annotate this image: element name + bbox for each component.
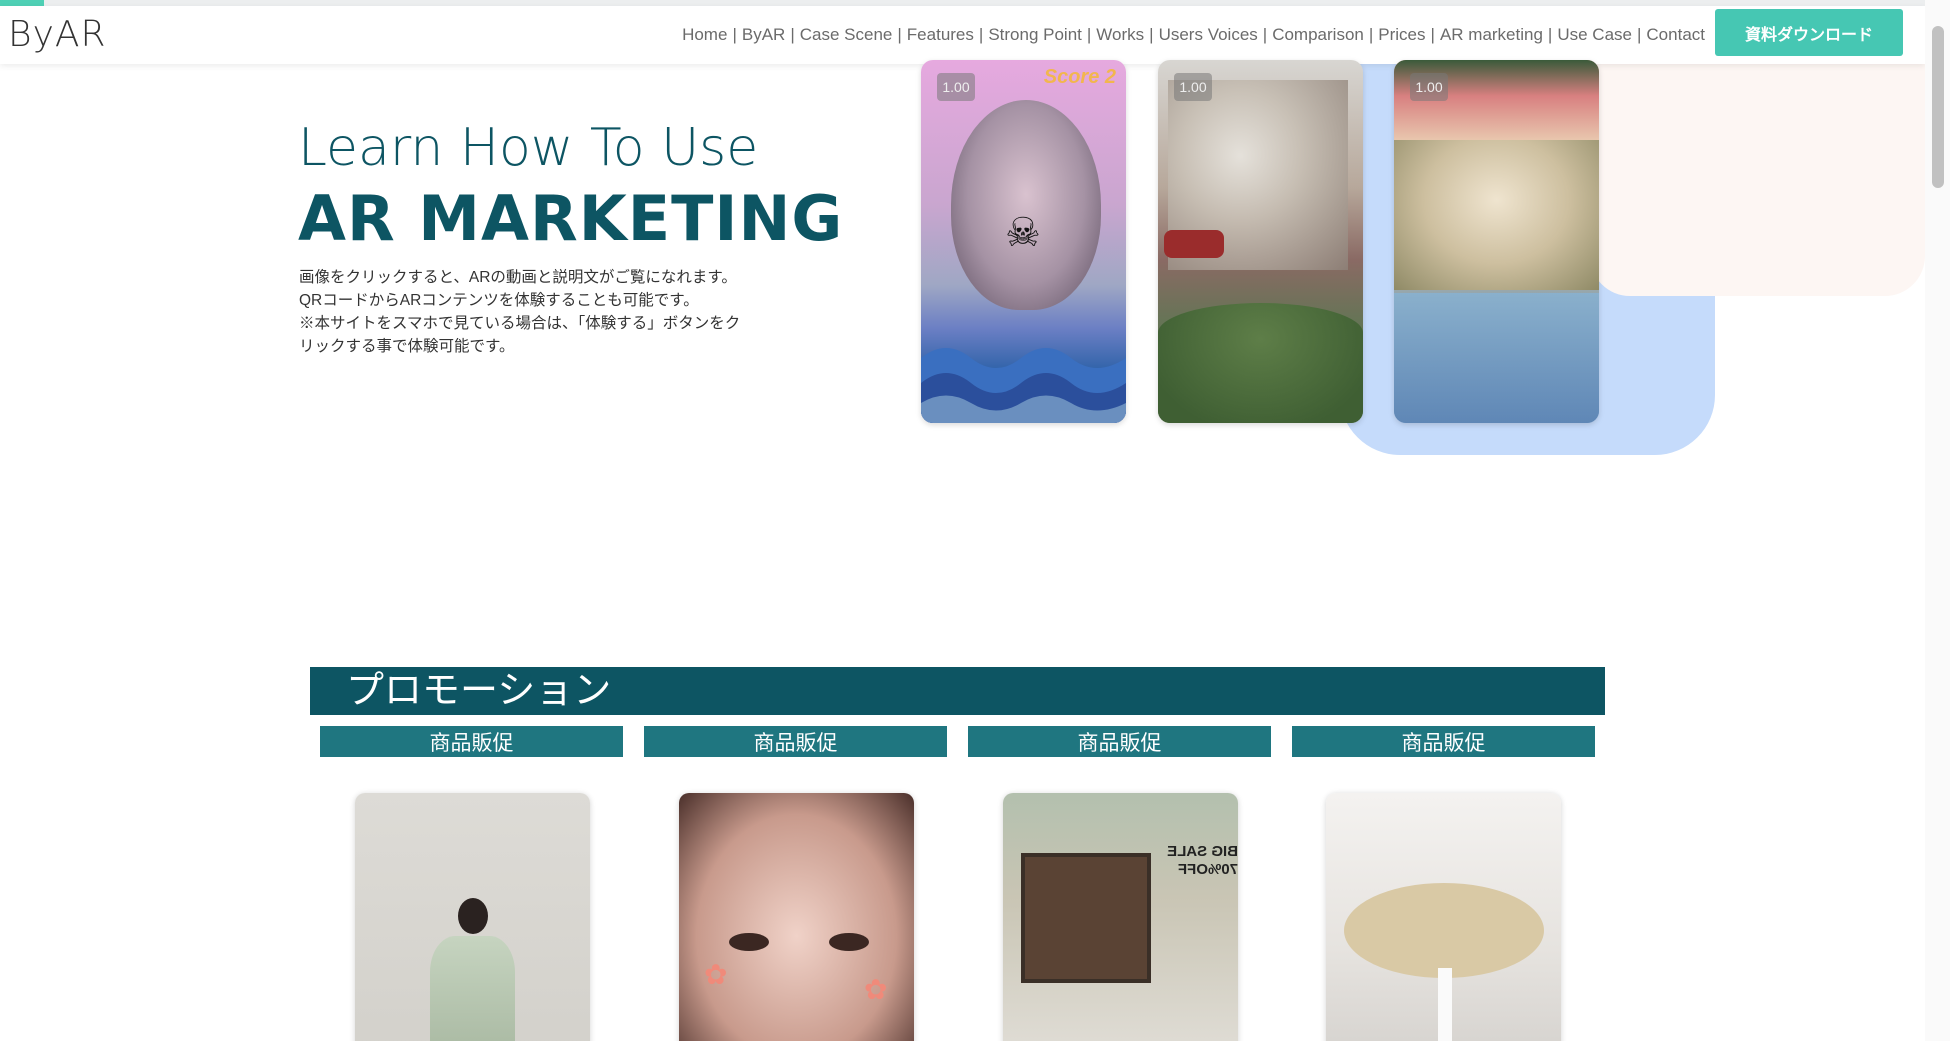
- download-materials-button[interactable]: 資料ダウンロード: [1715, 9, 1903, 56]
- nav-separator: |: [1368, 25, 1374, 44]
- left-eye: [729, 933, 769, 951]
- promo-thumbnail-kimono[interactable]: [355, 793, 590, 1041]
- video-lawn-image: [1158, 303, 1363, 423]
- category-label: 商品販促: [968, 726, 1271, 757]
- hero-description: 画像をクリックすると、ARの動画と説明文がご覧になれます。 QRコードからARコ…: [299, 266, 769, 358]
- nav-works[interactable]: Works: [1096, 25, 1144, 45]
- table-top-image: [1344, 883, 1544, 978]
- nav-separator: |: [1149, 25, 1154, 44]
- category-label: 商品販促: [320, 726, 623, 757]
- hero-desc-line: リックする事で体験可能です。: [299, 338, 515, 355]
- hero-desc-line: 画像をクリックすると、ARの動画と説明文がご覧になれます。: [299, 269, 737, 286]
- promotion-title: プロモーション: [346, 670, 612, 712]
- promo-thumbnail-big-sale[interactable]: BIG SALE 70%OFF: [1003, 793, 1238, 1041]
- nav-features[interactable]: Features: [907, 25, 974, 45]
- video-painting-water: [1394, 293, 1599, 423]
- scrollbar-track[interactable]: [1925, 0, 1950, 1041]
- decorative-pink-blob: [1590, 56, 1925, 296]
- eyes-image: [719, 933, 879, 963]
- nav-prices[interactable]: Prices: [1378, 25, 1425, 45]
- flower-icon: ✿: [864, 974, 888, 1005]
- person-kimono: [430, 936, 515, 1041]
- nav-separator: |: [790, 25, 795, 44]
- playback-speed-badge: 1.00: [1410, 73, 1448, 101]
- nav-separator: |: [1547, 25, 1553, 44]
- main-nav: Home | ByAR | Case Scene | Features | St…: [682, 6, 1705, 64]
- table-leg-image: [1438, 968, 1452, 1041]
- category-label: 商品販促: [644, 726, 947, 757]
- nav-separator: |: [897, 25, 902, 44]
- flower-icon: ✿: [704, 959, 728, 990]
- ar-video-card-painting[interactable]: 1.00: [1394, 60, 1599, 423]
- category-label: 商品販促: [1292, 726, 1595, 757]
- nav-ar-marketing[interactable]: AR marketing: [1440, 25, 1543, 45]
- logo[interactable]: ByAR: [8, 14, 107, 55]
- nav-separator: |: [732, 25, 737, 44]
- playback-speed-badge: 1.00: [937, 73, 975, 101]
- nav-separator: |: [1636, 25, 1642, 44]
- playback-speed-badge: 1.00: [1174, 73, 1212, 101]
- hero-desc-line: QRコードからARコンテンツを体験することも可能です。: [299, 292, 699, 309]
- nav-home[interactable]: Home: [682, 25, 727, 45]
- promo-thumbnail-face-filter[interactable]: ✿ ✿: [679, 793, 914, 1041]
- nav-separator: |: [978, 25, 984, 44]
- ar-video-card-face-game[interactable]: ☠ Score 2 1.00: [921, 60, 1126, 423]
- promo-thumbnail-table[interactable]: [1326, 793, 1561, 1041]
- person-head: [458, 898, 488, 934]
- nav-byar[interactable]: ByAR: [742, 25, 785, 45]
- site-header: ByAR Home | ByAR | Case Scene | Features…: [0, 6, 1925, 64]
- promotion-section-header: プロモーション: [310, 667, 1605, 715]
- nav-use-case[interactable]: Use Case: [1557, 25, 1632, 45]
- nav-separator: |: [1086, 25, 1092, 44]
- right-eye: [829, 933, 869, 951]
- hero-desc-line: ※本サイトをスマホで見ている場合は、「体験する」ボタンをク: [299, 315, 741, 332]
- video-painting-trees: [1394, 140, 1599, 290]
- hero-title-line1: Learn How To Use: [298, 118, 759, 178]
- hero-title-line2: AR MARKETING: [298, 182, 844, 255]
- nav-users-voices[interactable]: Users Voices: [1159, 25, 1258, 45]
- frame-image: [1021, 853, 1151, 983]
- person-image: [430, 898, 515, 1041]
- nav-contact[interactable]: Contact: [1646, 25, 1705, 45]
- video-car-image: [1164, 230, 1224, 258]
- nav-strong-point[interactable]: Strong Point: [988, 25, 1082, 45]
- scrollbar-thumb[interactable]: [1932, 26, 1944, 188]
- page: ByAR Home | ByAR | Case Scene | Features…: [0, 0, 1950, 1041]
- nav-case-scene[interactable]: Case Scene: [800, 25, 893, 45]
- score-overlay: Score 2: [1043, 66, 1116, 88]
- video-face-image: [951, 100, 1101, 310]
- skull-icon: ☠: [1005, 211, 1041, 255]
- ar-video-card-garden[interactable]: 1.00: [1158, 60, 1363, 423]
- wave-graphic: [921, 348, 1126, 423]
- big-sale-text: BIG SALE 70%OFF: [1167, 843, 1238, 878]
- nav-separator: |: [1430, 25, 1435, 44]
- nav-separator: |: [1262, 25, 1268, 44]
- nav-comparison[interactable]: Comparison: [1272, 25, 1364, 45]
